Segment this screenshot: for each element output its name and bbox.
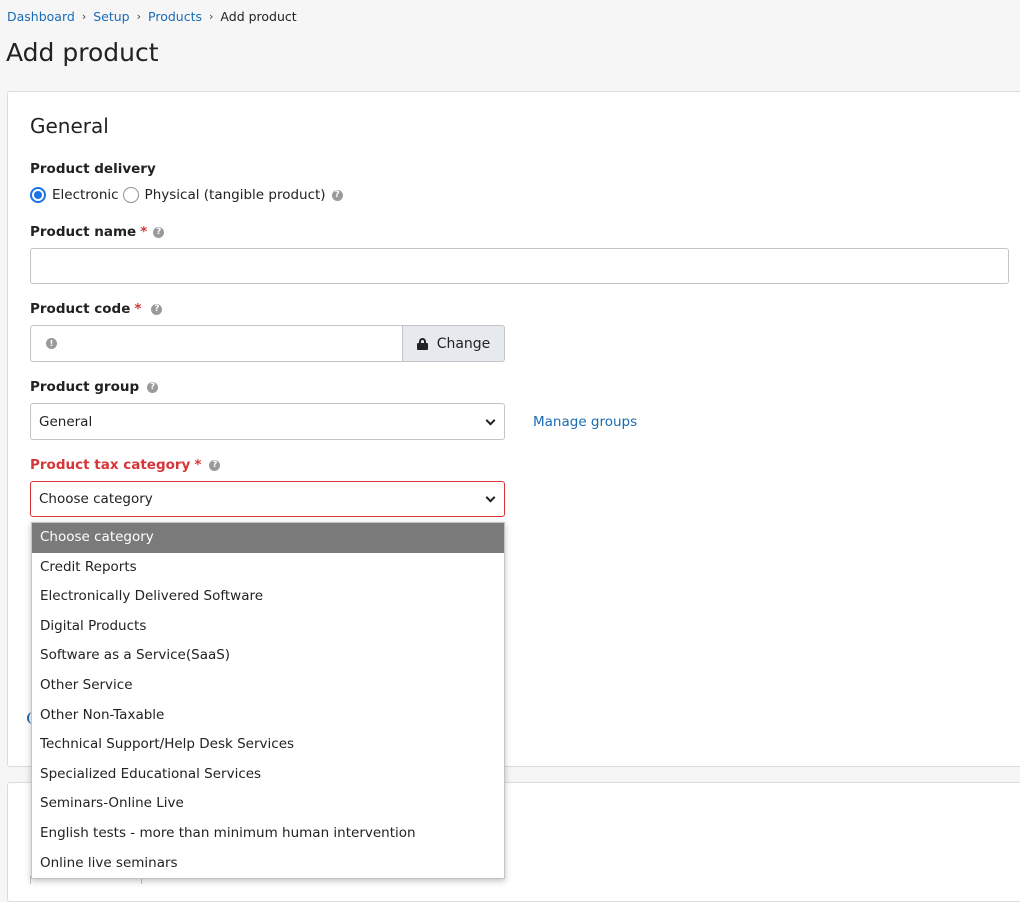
- breadcrumb-current: Add product: [220, 9, 297, 24]
- question-circle-icon[interactable]: ?: [153, 226, 165, 238]
- question-circle-icon[interactable]: ?: [151, 303, 163, 315]
- breadcrumb-dashboard[interactable]: Dashboard: [7, 9, 75, 24]
- page-title: Add product: [6, 38, 159, 67]
- breadcrumb-separator: ›: [81, 10, 87, 23]
- exclamation-circle-icon: !: [46, 338, 57, 349]
- question-circle-icon[interactable]: ?: [331, 189, 343, 201]
- lock-icon: [416, 337, 428, 350]
- change-code-button-label: Change: [436, 335, 491, 352]
- dropdown-option[interactable]: Other Non-Taxable: [32, 701, 504, 731]
- required-mark: *: [194, 457, 202, 473]
- product-name-label: Product name * ?: [30, 224, 165, 240]
- product-delivery-label: Product delivery: [30, 161, 156, 177]
- dropdown-option[interactable]: Software as a Service(SaaS): [32, 641, 504, 671]
- physical-radio-label: Physical (tangible product): [144, 187, 326, 203]
- delivery-option-electronic[interactable]: Electronic: [30, 187, 119, 203]
- required-mark: *: [134, 301, 142, 317]
- breadcrumb-separator: ›: [136, 10, 142, 23]
- product-delivery-radio-group: Electronic Physical (tangible product) ?: [30, 187, 343, 203]
- change-code-button[interactable]: Change: [402, 325, 505, 362]
- breadcrumb-setup[interactable]: Setup: [93, 9, 129, 24]
- electronic-radio[interactable]: [30, 187, 46, 203]
- product-code-input[interactable]: !: [30, 325, 403, 362]
- dropdown-option[interactable]: Electronically Delivered Software: [32, 582, 504, 612]
- manage-groups-link[interactable]: Manage groups: [533, 414, 637, 430]
- question-circle-icon[interactable]: ?: [147, 381, 159, 393]
- dropdown-option[interactable]: Digital Products: [32, 612, 504, 642]
- dropdown-option[interactable]: Specialized Educational Services: [32, 760, 504, 790]
- chevron-down-icon: [485, 415, 496, 426]
- product-name-label-text: Product name: [30, 224, 137, 240]
- breadcrumb: Dashboard › Setup › Products › Add produ…: [7, 9, 297, 24]
- delivery-option-physical[interactable]: Physical (tangible product): [122, 187, 326, 203]
- product-tax-category-label-text: Product tax category: [30, 457, 191, 473]
- product-group-selected-value: General: [39, 413, 93, 430]
- dropdown-option[interactable]: Online live seminars: [32, 849, 504, 879]
- dropdown-option[interactable]: Credit Reports: [32, 553, 504, 583]
- product-tax-category-label: Product tax category * ?: [30, 457, 221, 473]
- product-name-input[interactable]: [30, 248, 1009, 284]
- chevron-down-icon: [485, 492, 496, 503]
- physical-radio[interactable]: [122, 187, 139, 203]
- dropdown-option[interactable]: Other Service: [32, 671, 504, 701]
- product-group-select[interactable]: General: [30, 403, 505, 440]
- dropdown-option[interactable]: English tests - more than minimum human …: [32, 819, 504, 849]
- product-delivery-label-text: Product delivery: [30, 161, 156, 177]
- product-group-label-text: Product group: [30, 379, 140, 395]
- dropdown-option-choose-category[interactable]: Choose category: [32, 523, 504, 553]
- tax-category-selected-value: Choose category: [39, 491, 153, 507]
- dropdown-option[interactable]: Technical Support/Help Desk Services: [32, 730, 504, 760]
- required-mark: *: [140, 224, 148, 240]
- breadcrumb-products[interactable]: Products: [148, 9, 202, 24]
- tax-category-dropdown-list: Choose category Credit Reports Electroni…: [31, 522, 505, 879]
- product-group-label: Product group ?: [30, 379, 159, 395]
- section-title-general: General: [30, 114, 109, 138]
- question-circle-icon[interactable]: ?: [209, 459, 221, 471]
- breadcrumb-separator: ›: [209, 10, 214, 23]
- electronic-radio-label: Electronic: [52, 187, 119, 203]
- product-tax-category-select[interactable]: Choose category: [30, 481, 505, 517]
- product-code-label: Product code * ?: [30, 301, 163, 317]
- dropdown-option[interactable]: Seminars-Online Live: [32, 789, 504, 819]
- product-code-label-text: Product code: [30, 301, 131, 317]
